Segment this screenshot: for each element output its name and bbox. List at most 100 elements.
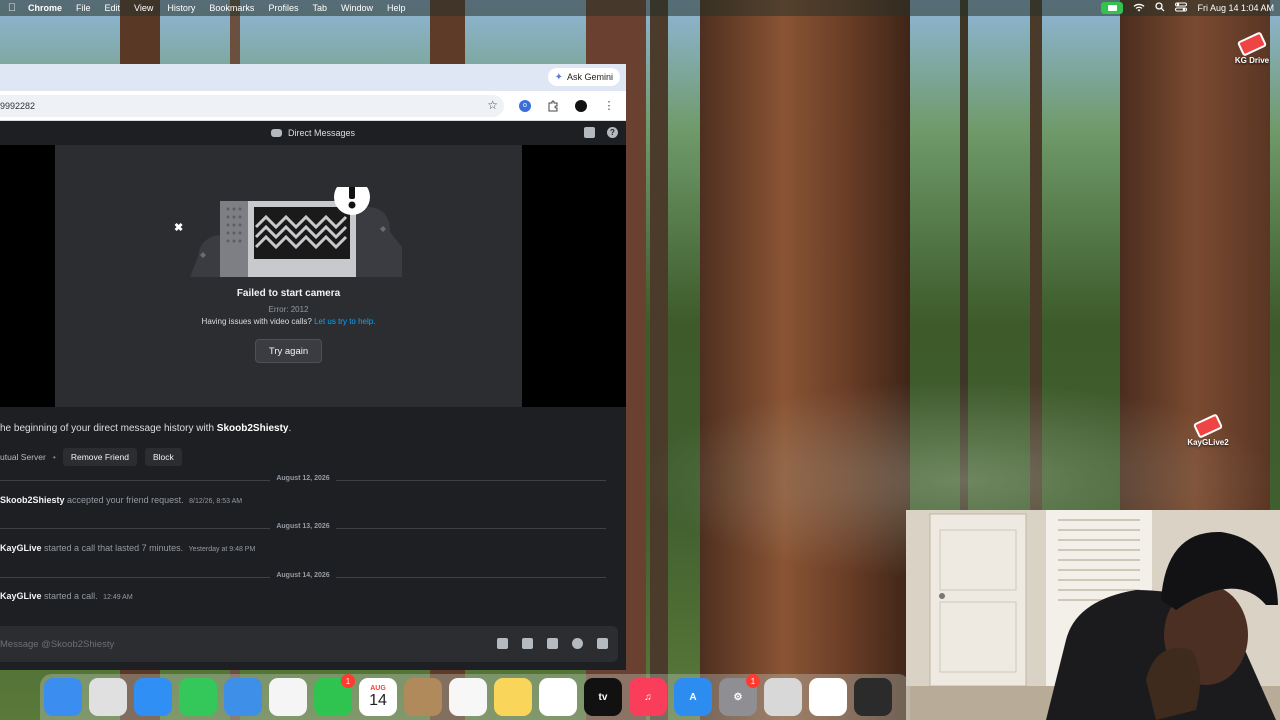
dock-app-system-settings[interactable]: ⚙ 1 [719,674,760,716]
call-error-title: Failed to start camera [236,288,341,299]
menu-bookmarks[interactable]: Bookmarks [209,3,254,13]
dock-app-obs[interactable] [854,678,892,716]
try-again-button[interactable]: Try again [255,339,322,363]
dock-app-facetime[interactable]: 1 [314,674,355,716]
help-icon[interactable]: ? [607,127,618,138]
dock-app-notes[interactable] [494,678,532,716]
gift-icon[interactable] [497,638,508,649]
desktop-icon-kg-drive[interactable]: KG Drive [1222,31,1280,65]
system-message: Skoob2Shiesty accepted your friend reque… [0,495,242,505]
message-timestamp: 8/12/26, 8:53 AM [189,498,243,505]
bookmark-star-icon[interactable]: ☆ [487,98,498,112]
extension-icon: o [519,99,531,112]
dm-history-intro: he beginning of your direct message hist… [0,423,291,434]
menu-view[interactable]: View [134,3,153,13]
message-author[interactable]: KayGLive [0,543,42,553]
intro-period: . [288,423,292,434]
dock-app-messages[interactable] [179,678,217,716]
date-divider-label: August 14, 2026 [270,572,336,579]
chrome-window: ✦ Ask Gemini 9992282 ☆ o ⋮ Direct Messag… [0,64,626,670]
dock-app-mail[interactable] [224,678,262,716]
block-button[interactable]: Block [144,448,182,466]
date-divider: August 13, 2026 [0,523,606,530]
menu-profiles[interactable]: Profiles [268,3,298,13]
gemini-sparkle-icon: ✦ [554,71,563,83]
desktop-icon-label: KayGLive2 [1187,438,1229,447]
menu-history[interactable]: History [167,3,195,13]
menu-bar:  Chrome File Edit View History Bookmark… [0,0,1280,16]
menu-app-name[interactable]: Chrome [28,3,62,13]
gif-icon[interactable] [522,638,533,649]
dock: 1 AUG 14 tv ♫ A ⚙ 1 [40,674,910,720]
spotlight-search-icon[interactable] [1155,2,1165,14]
menu-file[interactable]: File [76,3,91,13]
sticker-icon[interactable] [547,638,558,649]
close-icon[interactable]: ✖ [174,221,183,234]
message-timestamp: 12:49 AM [103,594,133,601]
date-divider: August 14, 2026 [0,572,606,579]
notification-badge: 1 [746,674,760,688]
dm-history-intro-text: he beginning of your direct message hist… [0,423,215,434]
dock-app-finder[interactable] [44,678,82,716]
calendar-month: AUG [370,684,386,692]
message-history: he beginning of your direct message hist… [0,407,626,627]
menu-window[interactable]: Window [341,3,373,13]
dm-username[interactable]: Skoob2Shiesty [217,423,289,434]
dock-app-safari[interactable] [134,678,172,716]
extensions-puzzle-button[interactable] [542,95,564,117]
notification-badge: 1 [341,674,355,688]
call-area: ✖ Failed to start camera Error: 2012 Hav… [0,145,626,407]
dock-app-contacts[interactable] [404,678,442,716]
message-text: started a call that lasted 7 minutes. [44,543,184,553]
message-author[interactable]: Skoob2Shiesty [0,495,65,505]
call-help-link[interactable]: Let us try to help. [314,317,375,326]
date-divider: August 12, 2026 [0,475,606,482]
system-message: KayGLive started a call that lasted 7 mi… [0,543,255,553]
apple-menu-icon[interactable]:  [6,2,18,14]
dock-app-iphone-mirroring[interactable] [764,678,802,716]
apps-icon[interactable] [597,638,608,649]
menu-clock[interactable]: Fri Aug 14 1:04 AM [1197,3,1274,13]
system-settings-icon: ⚙ [733,691,743,703]
menu-help[interactable]: Help [387,3,406,13]
dock-app-launchpad[interactable] [89,678,127,716]
menu-edit[interactable]: Edit [105,3,121,13]
inbox-icon[interactable] [584,127,595,138]
desktop-icon-kayglive2[interactable]: KayGLive2 [1178,413,1238,447]
wifi-icon[interactable] [1133,3,1145,14]
dock-app-chrome[interactable] [809,678,847,716]
extension-button[interactable]: o [514,95,536,117]
call-help-text: Having issues with video calls? Let us t… [0,317,577,326]
dock-app-photos[interactable] [269,678,307,716]
system-message: KayGLive started a call. 12:49 AM [0,591,133,601]
dock-app-reminders[interactable] [449,678,487,716]
ask-gemini-button[interactable]: ✦ Ask Gemini [547,68,620,86]
separator-dot: • [52,452,56,462]
emoji-icon[interactable] [572,638,583,649]
remove-friend-button[interactable]: Remove Friend [62,448,137,466]
message-text: accepted your friend request. [67,495,184,505]
control-center-icon[interactable] [1175,2,1188,14]
address-bar[interactable]: 9992282 ☆ [0,94,504,117]
message-author[interactable]: KayGLive [0,591,42,601]
mutual-server-link[interactable]: utual Server [0,452,46,462]
dock-app-music[interactable]: ♫ [629,678,667,716]
dock-app-tv[interactable]: tv [584,678,622,716]
date-divider-label: August 12, 2026 [270,475,336,482]
menu-tab[interactable]: Tab [312,3,327,13]
calendar-day: 14 [369,691,387,709]
message-text: started a call. [44,591,98,601]
message-composer[interactable]: Message @Skoob2Shiesty [0,626,618,662]
app-store-icon: A [689,691,697,703]
dock-app-calendar[interactable]: AUG 14 [359,678,397,716]
call-error-code: Error: 2012 [268,305,309,314]
camera-error-illustration [190,187,402,277]
dock-app-freeform[interactable] [539,678,577,716]
webcam-overlay [906,510,1280,720]
chrome-menu-button[interactable]: ⋮ [598,95,620,117]
camera-in-use-icon[interactable] [1101,2,1124,14]
profile-button[interactable] [570,95,592,117]
date-divider-label: August 13, 2026 [270,523,336,530]
dock-app-app-store[interactable]: A [674,678,712,716]
ask-gemini-label: Ask Gemini [566,72,613,82]
